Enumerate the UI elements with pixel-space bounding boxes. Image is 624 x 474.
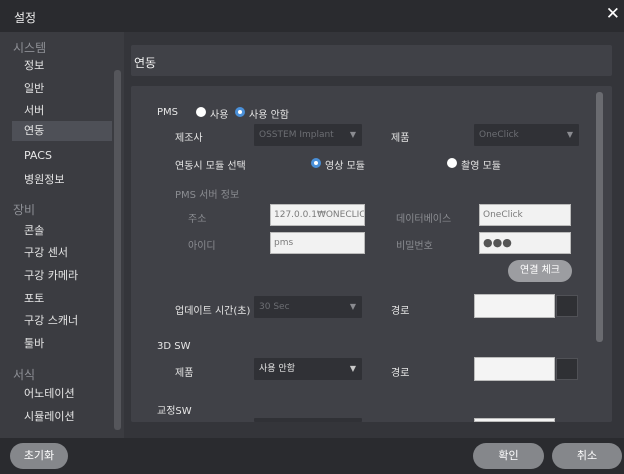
id-label: 아이디: [188, 241, 216, 252]
connection-check-button[interactable]: 연결 체크: [508, 260, 572, 282]
window-title: 설정: [14, 11, 37, 25]
product-label: 제품: [391, 133, 410, 144]
sidebar-item-intraoral-sensor[interactable]: 구강 센서: [24, 244, 68, 260]
sidebar-item-photo[interactable]: 포토: [24, 290, 44, 306]
chevron-down-icon: ▼: [349, 130, 356, 139]
database-field[interactable]: OneClick: [479, 204, 571, 226]
product-select[interactable]: OneClick ▼: [474, 124, 579, 146]
pms-not-use-label: 사용 안함: [249, 110, 289, 121]
id-field[interactable]: pms: [270, 232, 365, 254]
module-select-label: 연동시 모듈 선택: [175, 161, 246, 172]
sidebar-item-hospital-info[interactable]: 병원정보: [24, 171, 64, 187]
ortho-sw-select[interactable]: [254, 418, 362, 422]
password-field[interactable]: ●●●: [479, 232, 571, 254]
pms-path-label: 경로: [391, 306, 410, 317]
manufacturer-label: 제조사: [175, 133, 203, 144]
sw3d-label: 3D SW: [157, 341, 191, 352]
sidebar-item-annotation[interactable]: 어노테이션: [24, 385, 75, 401]
sw3d-product-select[interactable]: 사용 안함 ▼: [254, 358, 362, 380]
module-capture-radio[interactable]: [447, 158, 457, 168]
section-header: 연동: [131, 45, 612, 76]
password-label: 비밀번호: [396, 241, 433, 252]
sidebar-item-intraoral-camera[interactable]: 구강 카메라: [24, 267, 78, 283]
sidebar-item-general[interactable]: 일반: [24, 80, 44, 96]
sw3d-path-browse-button[interactable]: [556, 358, 578, 380]
sidebar-section-forms: 서식: [13, 368, 36, 382]
chevron-down-icon: ▼: [349, 364, 356, 373]
pms-path-browse-button[interactable]: [556, 295, 578, 317]
sidebar-item-server[interactable]: 서버: [24, 102, 44, 118]
address-label: 주소: [188, 214, 207, 225]
module-image-radio[interactable]: [311, 158, 321, 168]
pms-path-field[interactable]: [474, 294, 555, 318]
manufacturer-select[interactable]: OSSTEM Implant ▼: [254, 124, 362, 146]
update-time-select[interactable]: 30 Sec ▼: [254, 296, 362, 318]
panel-scrollbar[interactable]: [596, 92, 603, 342]
ortho-sw-path-field[interactable]: [474, 418, 555, 422]
pms-server-info-label: PMS 서버 정보: [175, 190, 240, 201]
pms-use-radio[interactable]: [196, 107, 206, 117]
sw3d-product-value: 사용 안함: [259, 364, 295, 374]
sidebar-section-equipment: 장비: [13, 203, 36, 217]
update-time-label: 업데이트 시간(초): [175, 306, 251, 317]
pms-label: PMS: [157, 107, 179, 118]
address-field[interactable]: 127.0.0.1₩ONECLICK: [270, 204, 365, 226]
sidebar-item-pacs[interactable]: PACS: [24, 149, 52, 162]
module-capture-label: 촬영 모듈: [461, 161, 501, 172]
sw3d-product-label: 제품: [175, 368, 194, 379]
sidebar-item-intraoral-scanner[interactable]: 구강 스캐너: [24, 312, 78, 328]
reset-button[interactable]: 초기화: [10, 443, 68, 469]
pms-use-label: 사용: [210, 110, 229, 121]
manufacturer-value: OSSTEM Implant: [259, 130, 334, 140]
sidebar-item-toolbar[interactable]: 툴바: [24, 335, 44, 351]
close-icon[interactable]: ✕: [606, 4, 620, 24]
sw3d-path-label: 경로: [391, 368, 410, 379]
page-title: 연동: [134, 56, 157, 70]
sidebar-item-simulation[interactable]: 시뮬레이션: [24, 408, 75, 424]
module-image-label: 영상 모듈: [325, 161, 365, 172]
sidebar-item-info[interactable]: 정보: [24, 57, 44, 73]
sidebar-item-integration[interactable]: 연동: [12, 121, 112, 141]
ok-button[interactable]: 확인: [473, 443, 544, 469]
ortho-sw-label: 교정SW: [157, 406, 192, 417]
cancel-button[interactable]: 취소: [552, 443, 622, 469]
sidebar-scrollbar[interactable]: [114, 70, 121, 430]
update-time-value: 30 Sec: [259, 302, 290, 312]
sw3d-path-field[interactable]: [474, 357, 555, 381]
pms-not-use-radio[interactable]: [235, 107, 245, 117]
chevron-down-icon: ▼: [566, 130, 573, 139]
database-label: 데이터베이스: [396, 214, 452, 225]
chevron-down-icon: ▼: [349, 302, 356, 311]
sidebar-item-console[interactable]: 콘솔: [24, 222, 44, 238]
product-value: OneClick: [479, 130, 519, 140]
sidebar-section-system: 시스템: [13, 41, 47, 55]
title-bar: 설정 ✕: [0, 0, 624, 32]
